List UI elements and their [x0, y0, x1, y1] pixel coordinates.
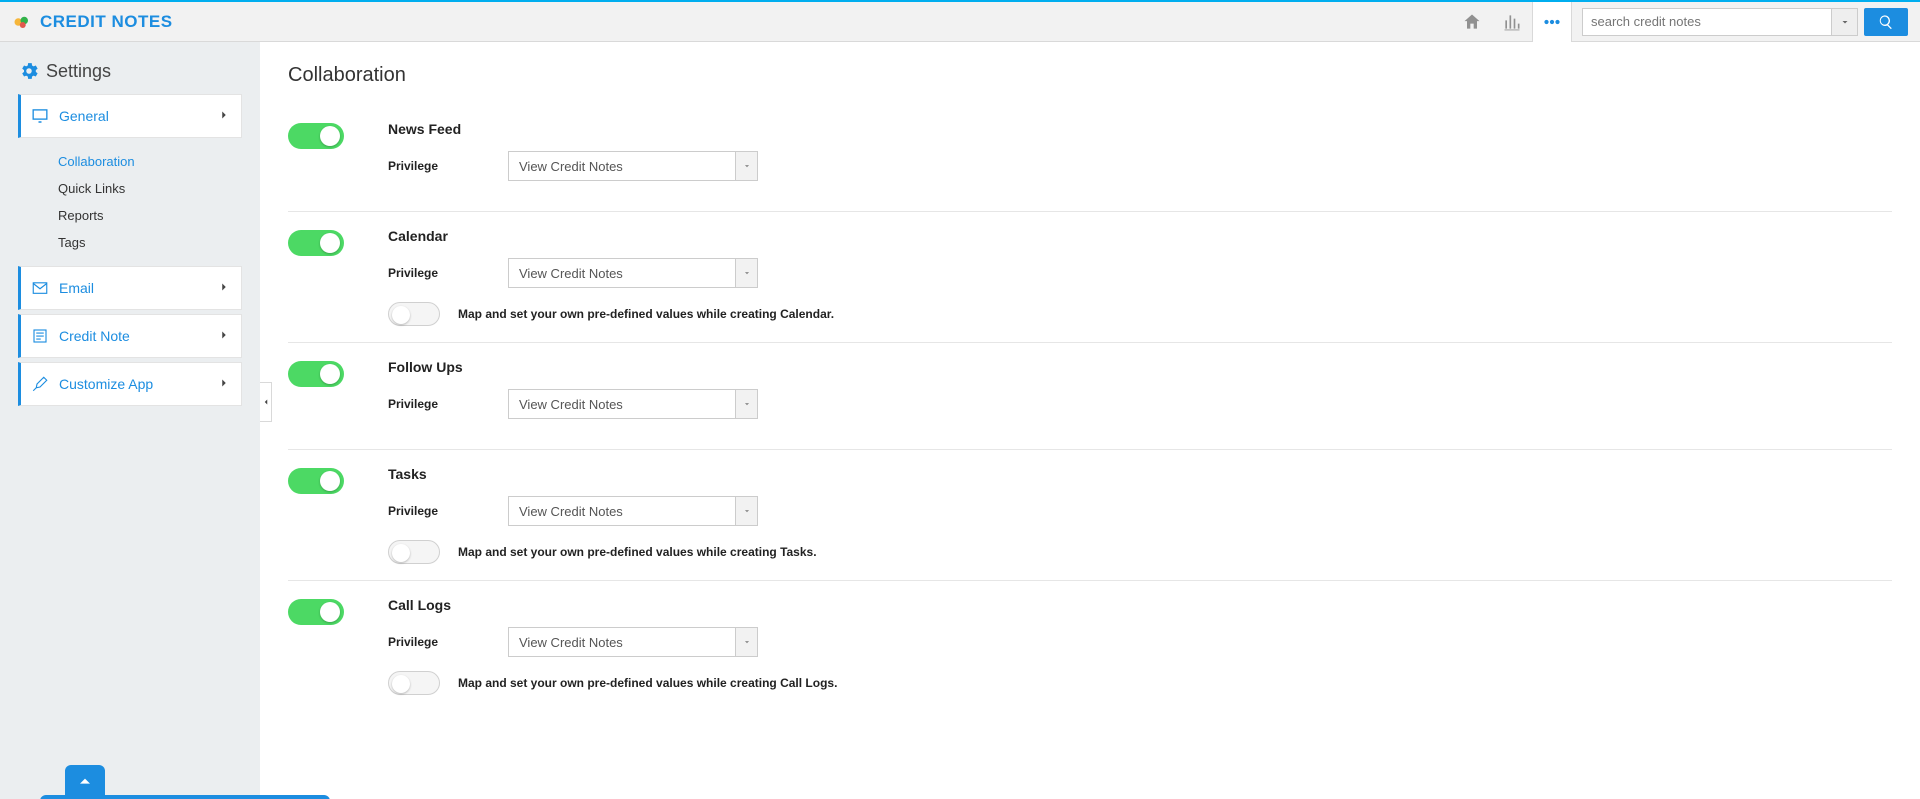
- privilege-label: Privilege: [388, 397, 508, 411]
- toggle-map-tasks[interactable]: [388, 540, 440, 564]
- stats-icon[interactable]: [1492, 2, 1532, 42]
- nav-section-general: General: [18, 94, 242, 138]
- section-news-feed: News Feed Privilege View Credit Notes: [288, 105, 1892, 212]
- page-title: Collaboration: [288, 64, 1892, 87]
- nav-sub-reports[interactable]: Reports: [58, 202, 242, 229]
- nav-sub-tags[interactable]: Tags: [58, 229, 242, 256]
- dropdown-arrow-icon: [735, 628, 757, 656]
- nav-sub-quick-links[interactable]: Quick Links: [58, 175, 242, 202]
- toggle-tasks[interactable]: [288, 468, 344, 494]
- sidebar: Settings General Collaboration Quick Lin…: [0, 42, 260, 799]
- note-icon: [31, 327, 49, 345]
- search-button[interactable]: [1864, 8, 1908, 36]
- select-value: View Credit Notes: [509, 635, 735, 650]
- privilege-label: Privilege: [388, 159, 508, 173]
- privilege-select-call-logs[interactable]: View Credit Notes: [508, 627, 758, 657]
- privilege-label: Privilege: [388, 635, 508, 649]
- map-desc-tasks: Map and set your own pre-defined values …: [458, 545, 817, 559]
- privilege-select-calendar[interactable]: View Credit Notes: [508, 258, 758, 288]
- nav-label-email: Email: [59, 280, 94, 296]
- privilege-select-tasks[interactable]: View Credit Notes: [508, 496, 758, 526]
- more-icon[interactable]: [1532, 2, 1572, 42]
- section-title: Tasks: [388, 466, 1892, 482]
- toggle-calendar[interactable]: [288, 230, 344, 256]
- dropdown-arrow-icon: [735, 152, 757, 180]
- nav-section-credit-note: Credit Note: [18, 314, 242, 358]
- nav-label-credit-note: Credit Note: [59, 328, 130, 344]
- tools-icon: [31, 375, 49, 393]
- section-title: Calendar: [388, 228, 1892, 244]
- select-value: View Credit Notes: [509, 159, 735, 174]
- nav-section-email: Email: [18, 266, 242, 310]
- section-title: Follow Ups: [388, 359, 1892, 375]
- nav-head-customize[interactable]: Customize App: [21, 363, 241, 405]
- collapse-sidebar-button[interactable]: [260, 382, 272, 422]
- nav-sub-collaboration[interactable]: Collaboration: [58, 148, 242, 175]
- privilege-label: Privilege: [388, 504, 508, 518]
- app-logo-icon: [10, 13, 34, 31]
- app-title: CREDIT NOTES: [40, 12, 173, 32]
- search-wrap: [1582, 8, 1908, 36]
- chevron-right-icon: [217, 328, 231, 345]
- map-desc-call-logs: Map and set your own pre-defined values …: [458, 676, 837, 690]
- chevron-right-icon: [217, 108, 231, 125]
- section-follow-ups: Follow Ups Privilege View Credit Notes: [288, 343, 1892, 450]
- mail-icon: [31, 279, 49, 297]
- sidebar-title: Settings: [18, 60, 242, 82]
- toggle-follow-ups[interactable]: [288, 361, 344, 387]
- map-desc-calendar: Map and set your own pre-defined values …: [458, 307, 834, 321]
- sidebar-title-text: Settings: [46, 61, 111, 82]
- search-input[interactable]: [1582, 8, 1832, 36]
- toggle-map-calendar[interactable]: [388, 302, 440, 326]
- toggle-map-call-logs[interactable]: [388, 671, 440, 695]
- chevron-right-icon: [217, 280, 231, 297]
- chevron-right-icon: [217, 376, 231, 393]
- nav-label-customize: Customize App: [59, 376, 153, 392]
- nav-head-general[interactable]: General: [21, 95, 241, 137]
- privilege-select-news-feed[interactable]: View Credit Notes: [508, 151, 758, 181]
- nav-head-email[interactable]: Email: [21, 267, 241, 309]
- dropdown-arrow-icon: [735, 259, 757, 287]
- toggle-call-logs[interactable]: [288, 599, 344, 625]
- section-title: News Feed: [388, 121, 1892, 137]
- select-value: View Credit Notes: [509, 266, 735, 281]
- nav-head-credit-note[interactable]: Credit Note: [21, 315, 241, 357]
- dropdown-arrow-icon: [735, 390, 757, 418]
- home-icon[interactable]: [1452, 2, 1492, 42]
- toggle-news-feed[interactable]: [288, 123, 344, 149]
- section-title: Call Logs: [388, 597, 1892, 613]
- nav-sublist-general: Collaboration Quick Links Reports Tags: [18, 142, 242, 266]
- search-dropdown-button[interactable]: [1832, 8, 1858, 36]
- dropdown-arrow-icon: [735, 497, 757, 525]
- topbar: CREDIT NOTES: [0, 0, 1920, 42]
- nav-section-customize: Customize App: [18, 362, 242, 406]
- select-value: View Credit Notes: [509, 504, 735, 519]
- privilege-select-follow-ups[interactable]: View Credit Notes: [508, 389, 758, 419]
- main-content: Collaboration News Feed Privilege View C…: [260, 42, 1920, 799]
- scroll-top-button[interactable]: [65, 765, 105, 799]
- select-value: View Credit Notes: [509, 397, 735, 412]
- privilege-label: Privilege: [388, 266, 508, 280]
- nav-label-general: General: [59, 108, 109, 124]
- section-calendar: Calendar Privilege View Credit Notes Map…: [288, 212, 1892, 343]
- section-call-logs: Call Logs Privilege View Credit Notes Ma…: [288, 581, 1892, 711]
- section-tasks: Tasks Privilege View Credit Notes Map an…: [288, 450, 1892, 581]
- monitor-icon: [31, 107, 49, 125]
